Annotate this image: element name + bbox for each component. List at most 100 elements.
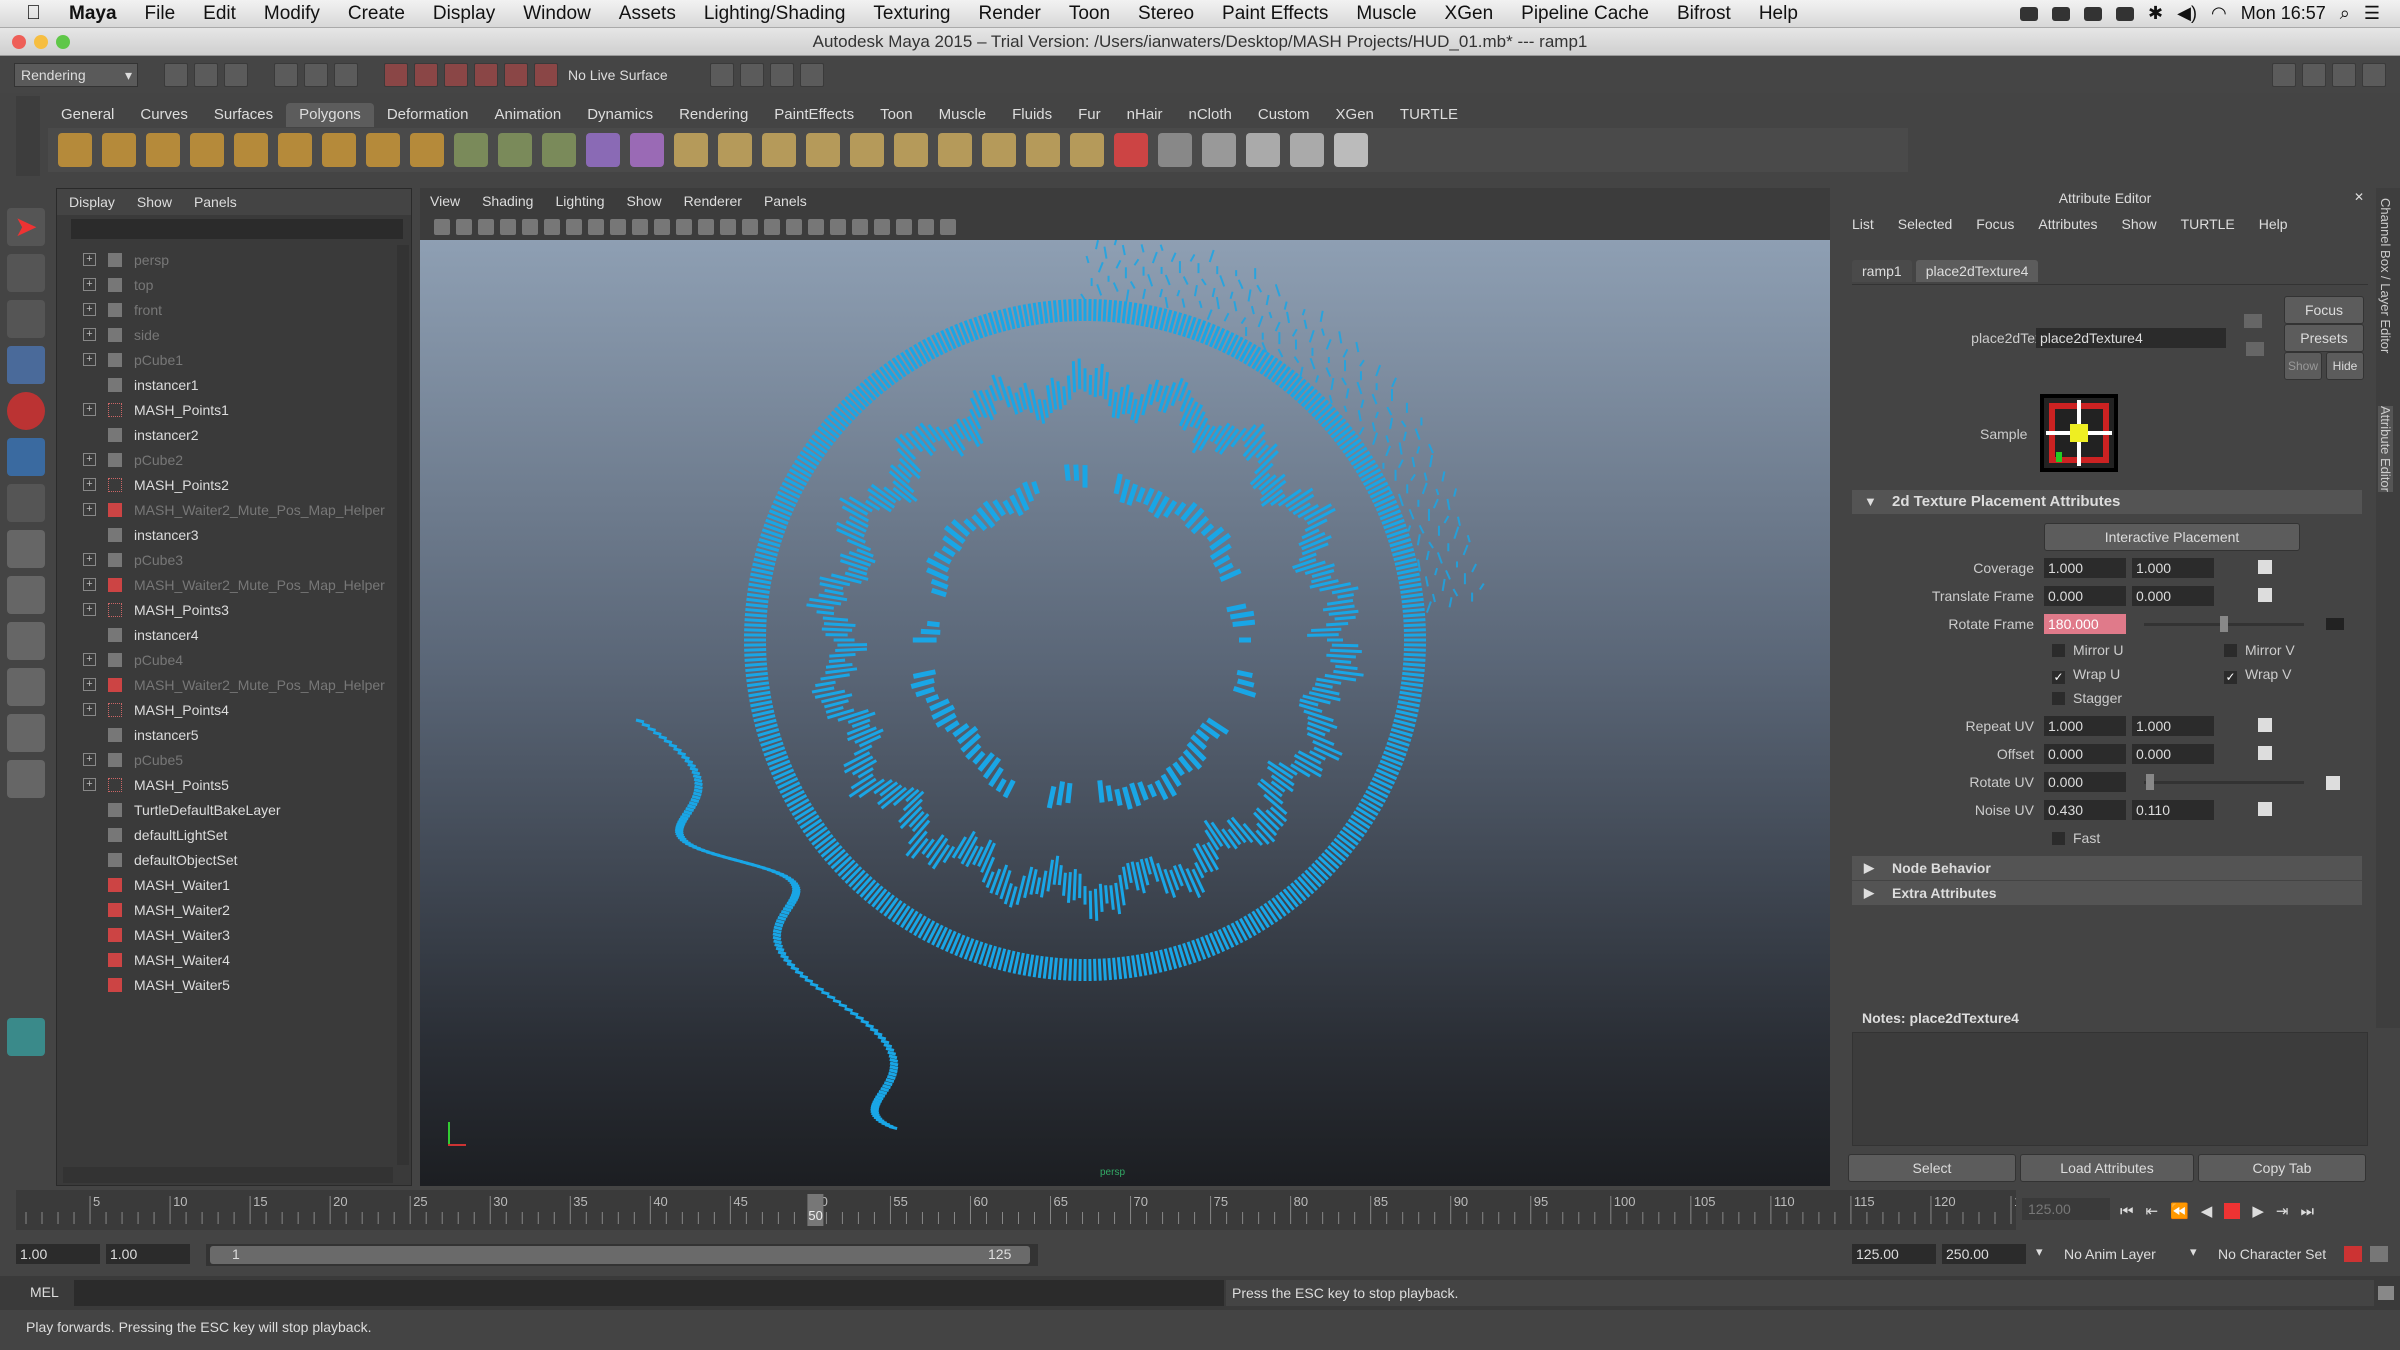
outliner-row[interactable]: + MASH_Waiter2_Mute_Pos_Map_Helper	[57, 497, 411, 522]
coverage-v-field[interactable]: 1.000	[2132, 558, 2214, 578]
dropbox-icon[interactable]	[2084, 6, 2103, 21]
char-set-dropdown-arrow[interactable]: ▾	[2190, 1244, 2197, 1260]
select-tool-icon[interactable]: ➤	[7, 208, 45, 246]
outliner-row[interactable]: + pCube5	[57, 747, 411, 772]
end-time-field[interactable]: 250.00	[1942, 1244, 2026, 1264]
translate-v-field[interactable]: 0.000	[2132, 586, 2214, 606]
snap-curve-icon[interactable]	[414, 63, 438, 87]
goto-output-icon[interactable]	[2246, 342, 2264, 356]
menu-bifrost[interactable]: Bifrost	[1663, 3, 1745, 25]
outliner-menu-show[interactable]: Show	[137, 194, 172, 210]
outliner-scrollbar[interactable]	[397, 245, 409, 1165]
ae-menu-selected[interactable]: Selected	[1898, 216, 1952, 232]
shelf-tab-fluids[interactable]: Fluids	[999, 103, 1065, 127]
ae-menu-attributes[interactable]: Attributes	[2038, 216, 2097, 232]
scale-tool-icon[interactable]	[7, 438, 45, 476]
outliner-row[interactable]: + MASH_Points5	[57, 772, 411, 797]
play-backwards-icon[interactable]: ◀	[2201, 1202, 2213, 1220]
outliner-row[interactable]: TurtleDefaultBakeLayer	[57, 797, 411, 822]
snap-plane-icon[interactable]	[474, 63, 498, 87]
map-button-icon[interactable]	[2258, 560, 2272, 574]
noise-v-field[interactable]: 0.110	[2132, 800, 2214, 820]
ae-menu-focus[interactable]: Focus	[1976, 216, 2014, 232]
motion-blur-icon[interactable]	[830, 219, 846, 235]
snap-surface-icon[interactable]	[504, 63, 528, 87]
menu-assets[interactable]: Assets	[605, 3, 690, 25]
viewport-scene[interactable]: persp	[420, 237, 1830, 1186]
expand-icon[interactable]: +	[83, 478, 96, 491]
separate-icon[interactable]	[498, 133, 532, 167]
slider-handle[interactable]	[2220, 616, 2228, 632]
menuset-dropdown[interactable]: Rendering	[14, 63, 138, 87]
booleans-icon[interactable]	[630, 133, 664, 167]
soft-modify-icon[interactable]	[7, 484, 45, 522]
current-frame-field[interactable]: 125.00	[2022, 1198, 2110, 1220]
snap-point-icon[interactable]	[444, 63, 468, 87]
outliner-horizontal-scrollbar[interactable]	[63, 1167, 393, 1183]
smooth-icon[interactable]	[586, 133, 620, 167]
expand-icon[interactable]: +	[83, 578, 96, 591]
outliner-row[interactable]: + MASH_Points1	[57, 397, 411, 422]
expand-icon[interactable]: +	[83, 503, 96, 516]
bevel-icon[interactable]	[982, 133, 1016, 167]
rotate-frame-field[interactable]: 180.000	[2044, 614, 2126, 634]
save-scene-icon[interactable]	[224, 63, 248, 87]
anti-alias-icon[interactable]	[852, 219, 868, 235]
checker-icon[interactable]	[1334, 133, 1368, 167]
xray-components-icon[interactable]	[940, 219, 956, 235]
soccer-ball-icon[interactable]	[410, 133, 444, 167]
shelf-tab-muscle[interactable]: Muscle	[926, 103, 1000, 127]
viewport-menu-shading[interactable]: Shading	[482, 193, 533, 209]
focus-button[interactable]: Focus	[2284, 296, 2364, 324]
ae-menu-list[interactable]: List	[1852, 216, 1874, 232]
outliner-row[interactable]: instancer2	[57, 422, 411, 447]
toggle-modeling-toolkit-icon[interactable]	[2272, 63, 2296, 87]
playback-start-field[interactable]: 1.00	[106, 1244, 190, 1264]
sculpt-icon[interactable]	[1158, 133, 1192, 167]
map-button-icon[interactable]	[2258, 718, 2272, 732]
layout-single-icon[interactable]	[7, 530, 45, 568]
insert-loop-icon[interactable]	[894, 133, 928, 167]
ae-menu-turtle[interactable]: TURTLE	[2181, 216, 2235, 232]
ambient-occlusion-icon[interactable]	[808, 219, 824, 235]
attribute-editor-tab[interactable]: Attribute Editor	[2378, 406, 2393, 492]
rotate-tool-icon[interactable]	[7, 392, 45, 430]
outliner-row[interactable]: instancer4	[57, 622, 411, 647]
toggle-attribute-editor-icon[interactable]	[2302, 63, 2326, 87]
sphere-icon[interactable]	[58, 133, 92, 167]
outliner-row[interactable]: MASH_Waiter1	[57, 872, 411, 897]
shelf-tab-ncloth[interactable]: nCloth	[1176, 103, 1245, 127]
menu-modify[interactable]: Modify	[250, 3, 334, 25]
shelf-tab-toon[interactable]: Toon	[867, 103, 926, 127]
anim-layer-dropdown-arrow[interactable]: ▾	[2036, 1244, 2043, 1260]
shelf-tab-turtle[interactable]: TURTLE	[1387, 103, 1471, 127]
clock[interactable]: Mon 16:57	[2241, 3, 2326, 24]
outliner-row[interactable]: defaultObjectSet	[57, 847, 411, 872]
mirror-icon[interactable]	[674, 133, 708, 167]
pipe-icon[interactable]	[366, 133, 400, 167]
bridge-icon[interactable]	[762, 133, 796, 167]
ae-tab-place2dtexture4[interactable]: place2dTexture4	[1915, 260, 2039, 282]
outliner-row[interactable]: MASH_Waiter5	[57, 972, 411, 997]
menu-stereo[interactable]: Stereo	[1124, 3, 1208, 25]
outliner-filter-field[interactable]	[71, 219, 403, 239]
command-input[interactable]	[74, 1280, 1224, 1306]
expand-icon[interactable]: +	[83, 603, 96, 616]
shelf-tab-surfaces[interactable]: Surfaces	[201, 103, 286, 127]
wire-on-shade-icon[interactable]	[720, 219, 736, 235]
app-menu[interactable]: Maya	[55, 3, 131, 25]
outliner-row[interactable]: + MASH_Points4	[57, 697, 411, 722]
map-button-icon[interactable]	[2258, 588, 2272, 602]
plane-icon[interactable]	[234, 133, 268, 167]
collapse-icon[interactable]	[1070, 133, 1104, 167]
extract-icon[interactable]	[542, 133, 576, 167]
step-back-frame-icon[interactable]: ⏪	[2170, 1202, 2189, 1220]
toggle-channel-box-icon[interactable]	[2362, 63, 2386, 87]
map-button-icon[interactable]	[2258, 802, 2272, 816]
go-to-start-icon[interactable]: ⏮	[2120, 1203, 2134, 1220]
construction-history-icon[interactable]	[709, 63, 734, 87]
uv-editor-icon[interactable]	[1202, 133, 1236, 167]
split-icon[interactable]	[850, 133, 884, 167]
lasso-tool-icon[interactable]	[7, 254, 45, 292]
layout-hypershade-icon[interactable]	[7, 760, 45, 798]
